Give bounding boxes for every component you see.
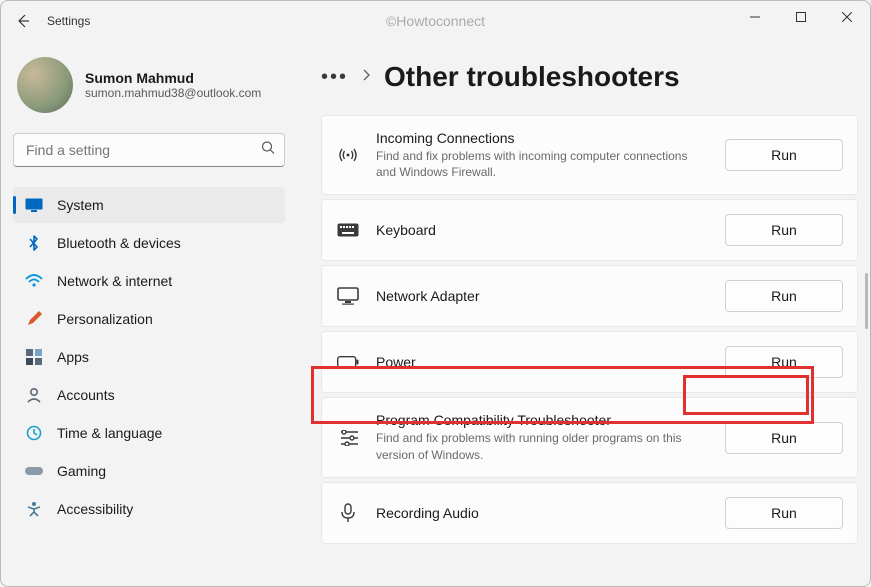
run-button[interactable]: Run — [725, 139, 843, 171]
keyboard-icon — [336, 218, 360, 242]
card-program-compatibility: Program Compatibility Troubleshooter Fin… — [321, 397, 858, 477]
apps-icon — [25, 348, 43, 366]
settings-window: Settings ©Howtoconnect Sumon Mahmud sumo… — [0, 0, 871, 587]
nav-item-time[interactable]: Time & language — [13, 415, 285, 451]
nav-item-bluetooth[interactable]: Bluetooth & devices — [13, 225, 285, 261]
close-button[interactable] — [824, 1, 870, 33]
accessibility-icon — [25, 500, 43, 518]
card-title: Network Adapter — [376, 288, 709, 304]
card-title: Program Compatibility Troubleshooter — [376, 412, 709, 428]
antenna-icon — [336, 143, 360, 167]
nav-label: Bluetooth & devices — [57, 235, 181, 251]
nav-label: Time & language — [57, 425, 162, 441]
content: ••• Other troubleshooters Incoming Conne… — [301, 41, 870, 586]
search-wrap — [13, 133, 285, 167]
mic-icon — [336, 501, 360, 525]
nav-item-system[interactable]: System — [13, 187, 285, 223]
minimize-button[interactable] — [732, 1, 778, 33]
profile-email: sumon.mahmud38@outlook.com — [85, 86, 261, 100]
back-arrow-icon — [15, 13, 31, 29]
card-desc: Find and fix problems with incoming comp… — [376, 148, 706, 180]
titlebar: Settings ©Howtoconnect — [1, 1, 870, 41]
run-button[interactable]: Run — [725, 214, 843, 246]
card-title: Keyboard — [376, 222, 709, 238]
bluetooth-icon — [25, 234, 43, 252]
search-icon — [261, 141, 275, 160]
window-controls — [732, 1, 870, 33]
maximize-button[interactable] — [778, 1, 824, 33]
card-title: Power — [376, 354, 709, 370]
minimize-icon — [750, 12, 760, 22]
nav-item-personalization[interactable]: Personalization — [13, 301, 285, 337]
card-recording-audio: Recording Audio Run — [321, 482, 858, 544]
card-title: Incoming Connections — [376, 130, 709, 146]
chevron-right-icon — [362, 68, 370, 86]
maximize-icon — [796, 12, 806, 22]
app-title: Settings — [47, 14, 90, 28]
nav-item-accessibility[interactable]: Accessibility — [13, 491, 285, 527]
nav-label: Gaming — [57, 463, 106, 479]
page-title: Other troubleshooters — [384, 61, 680, 93]
compat-icon — [336, 426, 360, 450]
run-button[interactable]: Run — [725, 280, 843, 312]
card-title: Recording Audio — [376, 505, 709, 521]
profile-name: Sumon Mahmud — [85, 70, 261, 86]
card-incoming-connections: Incoming Connections Find and fix proble… — [321, 115, 858, 195]
nav-label: Accounts — [57, 387, 115, 403]
sidebar: Sumon Mahmud sumon.mahmud38@outlook.com … — [1, 41, 301, 586]
brush-icon — [25, 310, 43, 328]
nav-item-gaming[interactable]: Gaming — [13, 453, 285, 489]
card-desc: Find and fix problems with running older… — [376, 430, 706, 462]
accounts-icon — [25, 386, 43, 404]
nav-list: System Bluetooth & devices Network & int… — [13, 187, 285, 527]
card-keyboard: Keyboard Run — [321, 199, 858, 261]
battery-icon — [336, 350, 360, 374]
breadcrumb-more[interactable]: ••• — [321, 66, 348, 89]
nav-label: Accessibility — [57, 501, 133, 517]
wifi-icon — [25, 272, 43, 290]
avatar — [17, 57, 73, 113]
card-power: Power Run — [321, 331, 858, 393]
run-button[interactable]: Run — [725, 422, 843, 454]
close-icon — [842, 12, 852, 22]
troubleshooter-list: Incoming Connections Find and fix proble… — [321, 115, 858, 544]
run-button[interactable]: Run — [725, 346, 843, 378]
breadcrumb: ••• Other troubleshooters — [321, 61, 858, 93]
nav-label: System — [57, 197, 104, 213]
nav-label: Apps — [57, 349, 89, 365]
gaming-icon — [25, 462, 43, 480]
run-button[interactable]: Run — [725, 497, 843, 529]
nav-item-accounts[interactable]: Accounts — [13, 377, 285, 413]
profile-text: Sumon Mahmud sumon.mahmud38@outlook.com — [85, 70, 261, 100]
time-icon — [25, 424, 43, 442]
system-icon — [25, 196, 43, 214]
scrollbar-thumb[interactable] — [865, 273, 868, 329]
nav-item-network[interactable]: Network & internet — [13, 263, 285, 299]
profile-block[interactable]: Sumon Mahmud sumon.mahmud38@outlook.com — [13, 49, 285, 133]
nav-label: Personalization — [57, 311, 153, 327]
monitor-icon — [336, 284, 360, 308]
search-input[interactable] — [13, 133, 285, 167]
back-button[interactable] — [9, 7, 37, 35]
watermark: ©Howtoconnect — [386, 13, 485, 29]
nav-item-apps[interactable]: Apps — [13, 339, 285, 375]
card-network-adapter: Network Adapter Run — [321, 265, 858, 327]
nav-label: Network & internet — [57, 273, 172, 289]
